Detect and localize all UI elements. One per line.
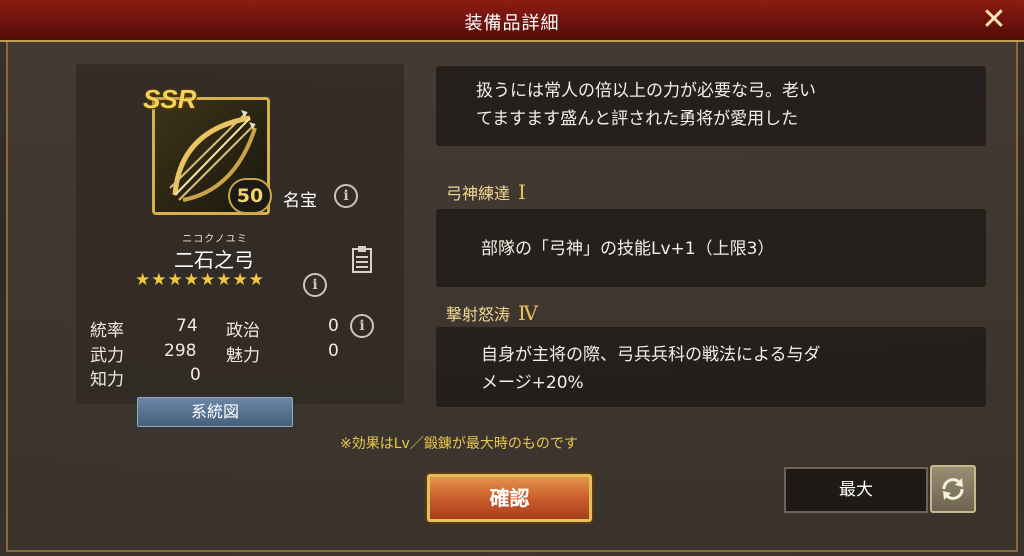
rarity-label: 名宝 [283, 191, 317, 211]
stat-value-strength: 298 [164, 341, 197, 361]
effect-note: ※効果はLv／鍛錬が最大時のものです [340, 436, 578, 452]
item-name: 二石之弓 [174, 248, 254, 272]
title-bar: 装備品詳細 ✕ [0, 0, 1024, 42]
ssr-badge: SSR [143, 84, 197, 114]
stat-label-politics: 政治 [226, 321, 260, 341]
skill-1-text: 部隊の「弓神」の技能Lv+1（上限3） [481, 239, 775, 259]
dialog-title: 装備品詳細 [464, 13, 560, 34]
refresh-icon [942, 478, 964, 500]
stat-value-politics: 0 [328, 316, 339, 336]
level-badge: 50 [228, 178, 272, 214]
item-furigana: ニコクノユミ [182, 234, 248, 245]
stat-value-intelligence: 0 [190, 365, 201, 385]
stat-label-command: 統率 [90, 321, 124, 341]
stat-value-command: 74 [176, 316, 198, 336]
stat-label-intelligence: 知力 [90, 370, 124, 390]
skill-2-text-line-2: メージ+20% [481, 373, 584, 393]
star-rating: ★★★★★★★★ [135, 270, 265, 290]
stat-label-strength: 武力 [90, 346, 124, 366]
stat-value-charm: 0 [328, 341, 339, 361]
skill-1-name: 弓神練達 [446, 184, 511, 203]
stats-info-icon[interactable]: i [350, 314, 374, 338]
max-level-button[interactable]: 最大 [784, 467, 928, 513]
skill-2-name: 撃射怒涛 [446, 305, 511, 324]
description-line-1: 扱うには常人の倍以上の力が必要な弓。老い [476, 81, 816, 101]
stars-info-icon[interactable]: i [303, 273, 327, 297]
close-icon[interactable]: ✕ [978, 4, 1010, 36]
skill-2-title: 撃射怒涛 Ⅳ [446, 301, 538, 325]
skill-2-rank: Ⅳ [518, 301, 538, 325]
clipboard-icon[interactable] [352, 245, 372, 273]
skill-2-text-line-1: 自身が主将の際、弓兵兵科の戦法による与ダ [481, 345, 821, 365]
skill-1-rank: Ⅰ [518, 180, 526, 204]
confirm-button[interactable]: 確認 [427, 474, 592, 522]
rarity-info-icon[interactable]: i [334, 184, 358, 208]
description-line-2: てますます盛んと評された勇将が愛用した [476, 109, 799, 129]
stat-label-charm: 魅力 [226, 346, 260, 366]
refresh-button[interactable] [930, 465, 976, 513]
lineage-button[interactable]: 系統図 [137, 397, 293, 427]
skill-1-title: 弓神練達 Ⅰ [446, 180, 526, 204]
